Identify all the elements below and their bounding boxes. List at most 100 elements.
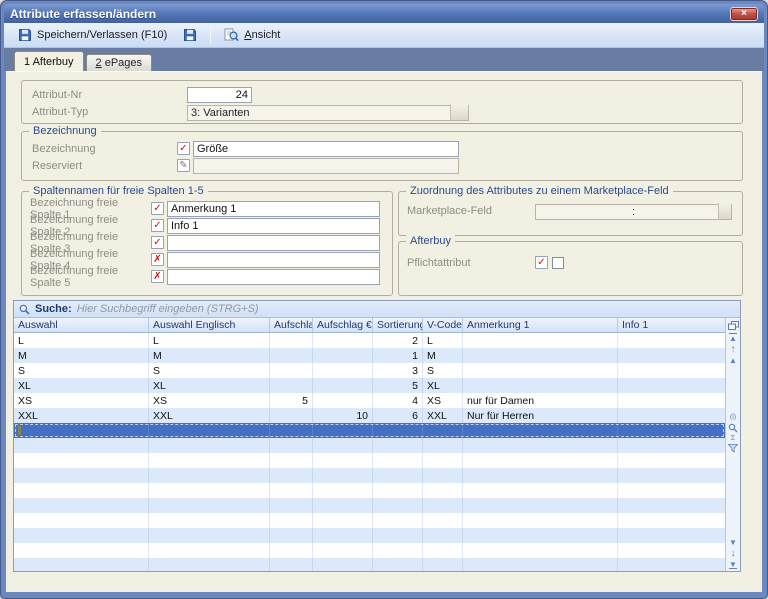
grid-cell[interactable] bbox=[618, 498, 725, 513]
grid-cell[interactable] bbox=[270, 423, 313, 438]
grid-cell[interactable]: XL bbox=[149, 378, 270, 393]
grid-cell[interactable] bbox=[149, 453, 270, 468]
grid-cell[interactable] bbox=[463, 378, 618, 393]
grid-cell[interactable] bbox=[618, 453, 725, 468]
grid-cell[interactable] bbox=[463, 528, 618, 543]
grid-cell[interactable] bbox=[149, 498, 270, 513]
grid-cell[interactable] bbox=[313, 378, 373, 393]
grid-cell[interactable]: 3 bbox=[373, 363, 423, 378]
grid-row[interactable] bbox=[14, 453, 725, 468]
grid-cell[interactable] bbox=[313, 558, 373, 571]
grid-cell[interactable] bbox=[14, 483, 149, 498]
grid-cell[interactable]: 2 bbox=[373, 333, 423, 348]
grid-cell[interactable] bbox=[270, 528, 313, 543]
grid-cell[interactable] bbox=[618, 558, 725, 571]
grid-cell[interactable] bbox=[423, 453, 463, 468]
spalte-3-input[interactable] bbox=[167, 234, 380, 251]
grid-cell[interactable] bbox=[373, 498, 423, 513]
grid-cell[interactable]: S bbox=[149, 363, 270, 378]
grid-cell[interactable] bbox=[463, 363, 618, 378]
grid-cell[interactable] bbox=[313, 528, 373, 543]
spalte-2-input[interactable] bbox=[167, 217, 380, 234]
grid-cell[interactable] bbox=[270, 333, 313, 348]
grid-cell[interactable] bbox=[463, 468, 618, 483]
grid-row[interactable] bbox=[14, 558, 725, 571]
grid-cell[interactable]: Nur für Herren bbox=[463, 408, 618, 423]
grid-cell[interactable] bbox=[423, 558, 463, 571]
grid-cell[interactable] bbox=[270, 543, 313, 558]
prev-row-icon[interactable]: ▲ bbox=[728, 355, 739, 366]
grid-cell[interactable] bbox=[463, 453, 618, 468]
page-up-icon[interactable]: ↑ bbox=[728, 344, 739, 355]
grid-cell[interactable] bbox=[373, 483, 423, 498]
grid-cell[interactable] bbox=[313, 543, 373, 558]
grid-cell[interactable]: 5 bbox=[373, 378, 423, 393]
grid-cell[interactable] bbox=[373, 543, 423, 558]
grid-column-header[interactable]: V-Code bbox=[423, 318, 463, 332]
grid-cell[interactable] bbox=[149, 528, 270, 543]
grid-row[interactable]: XXL XXL 10 6 XXL Nur für Herren bbox=[14, 408, 725, 423]
grid-row[interactable] bbox=[14, 438, 725, 453]
grid-cell[interactable] bbox=[270, 378, 313, 393]
grid-cell[interactable] bbox=[423, 498, 463, 513]
grid-cell[interactable]: XS bbox=[14, 393, 149, 408]
grid-row[interactable]: XL XL 5 XL bbox=[14, 378, 725, 393]
grid-cell[interactable] bbox=[313, 393, 373, 408]
grid-cell[interactable]: XS bbox=[149, 393, 270, 408]
grid-cell[interactable] bbox=[423, 513, 463, 528]
grid-cell[interactable] bbox=[618, 363, 725, 378]
grid-cell[interactable] bbox=[14, 528, 149, 543]
spalte-1-input[interactable] bbox=[167, 200, 380, 217]
grid-cell[interactable] bbox=[270, 513, 313, 528]
filter-icon[interactable] bbox=[727, 444, 739, 453]
grid-new-row-selected[interactable] bbox=[14, 423, 725, 438]
view-button[interactable]: Ansicht bbox=[218, 25, 286, 45]
grid-cell[interactable] bbox=[618, 528, 725, 543]
grid-cell[interactable]: XL bbox=[423, 378, 463, 393]
grid-cell[interactable]: XL bbox=[14, 378, 149, 393]
grid-cell[interactable] bbox=[618, 408, 725, 423]
spalte-5-input[interactable] bbox=[167, 268, 380, 285]
grid-cell[interactable] bbox=[270, 438, 313, 453]
grid-cell[interactable] bbox=[373, 528, 423, 543]
grid-cell[interactable] bbox=[423, 483, 463, 498]
grid-cell[interactable] bbox=[270, 453, 313, 468]
save-exit-button[interactable]: Speichern/Verlassen (F10) bbox=[12, 25, 173, 45]
grid-row[interactable] bbox=[14, 468, 725, 483]
grid-cell[interactable]: 6 bbox=[373, 408, 423, 423]
grid-cell[interactable] bbox=[270, 348, 313, 363]
grid-cell[interactable]: L bbox=[423, 333, 463, 348]
grid-cell[interactable]: XXL bbox=[423, 408, 463, 423]
grid-cell[interactable]: S bbox=[14, 363, 149, 378]
grid-cell[interactable] bbox=[270, 408, 313, 423]
page-down-icon[interactable]: ↓ bbox=[728, 548, 739, 559]
grid-cell[interactable] bbox=[463, 543, 618, 558]
grid-cell[interactable] bbox=[313, 438, 373, 453]
grid-cell[interactable] bbox=[463, 483, 618, 498]
grid-cell[interactable]: M bbox=[423, 348, 463, 363]
grid-cell[interactable] bbox=[618, 543, 725, 558]
grid-column-header[interactable]: Aufschlag bbox=[270, 318, 313, 332]
grid-cell[interactable] bbox=[313, 348, 373, 363]
grid-cell[interactable] bbox=[618, 378, 725, 393]
reserviert-input[interactable] bbox=[193, 157, 459, 174]
grid-cell[interactable] bbox=[423, 438, 463, 453]
grid-cell[interactable] bbox=[463, 513, 618, 528]
grid-cell[interactable] bbox=[423, 468, 463, 483]
grid-cell[interactable] bbox=[373, 558, 423, 571]
grid-cell[interactable]: L bbox=[149, 333, 270, 348]
grid-cell[interactable] bbox=[618, 348, 725, 363]
grid-column-header[interactable]: Anmerkung 1 bbox=[463, 318, 618, 332]
grid-column-header[interactable]: Auswahl Englisch bbox=[149, 318, 270, 332]
grid-cell[interactable] bbox=[270, 468, 313, 483]
grid-cell[interactable] bbox=[14, 513, 149, 528]
grid-column-header[interactable]: Aufschlag € bbox=[313, 318, 373, 332]
grid-cell[interactable] bbox=[423, 423, 463, 438]
grid-cell[interactable]: 5 bbox=[270, 393, 313, 408]
grid-cell[interactable] bbox=[149, 543, 270, 558]
grid-row[interactable]: MM1M bbox=[14, 348, 725, 363]
close-button[interactable]: × bbox=[730, 6, 758, 21]
last-row-icon[interactable]: ▼ bbox=[728, 559, 739, 570]
pflichtattribut-checkbox[interactable] bbox=[552, 256, 564, 269]
grid-row[interactable] bbox=[14, 528, 725, 543]
